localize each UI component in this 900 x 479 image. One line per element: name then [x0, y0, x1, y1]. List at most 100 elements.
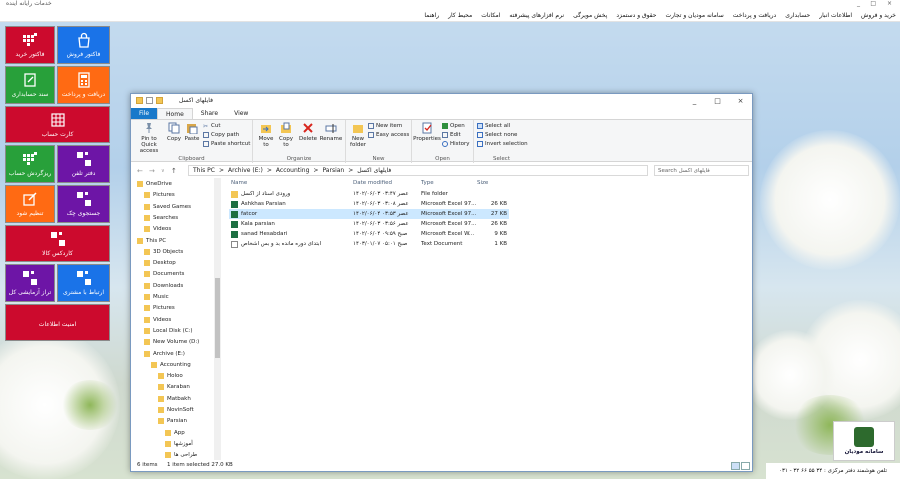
pin-button[interactable]: Pin to Quick access	[134, 122, 164, 154]
tile-account-card[interactable]: کارت حساب	[5, 106, 110, 143]
copy-button[interactable]: Copy	[167, 122, 181, 142]
maximize-button[interactable]: □	[706, 94, 729, 108]
nav-item[interactable]: 3D Objects	[144, 248, 183, 255]
menu-help[interactable]: راهنما	[424, 12, 439, 19]
tab-view[interactable]: View	[226, 108, 256, 119]
tab-file[interactable]: File	[131, 108, 158, 119]
nav-item[interactable]: Saved Games	[144, 203, 191, 210]
properties-button[interactable]: Properties	[413, 122, 441, 142]
back-arrow-icon[interactable]: ←	[137, 167, 143, 175]
new-folder-icon[interactable]	[156, 97, 163, 104]
menu-distribution[interactable]: پخش مویرگی	[573, 12, 607, 19]
delete-button[interactable]: Delete	[299, 122, 317, 142]
menu-accounting[interactable]: حسابداری	[785, 12, 810, 19]
column-size[interactable]: Size	[477, 180, 488, 186]
tile-receive-pay[interactable]: دریافت و پرداخت	[57, 66, 110, 104]
tile-invoice-sell[interactable]: فاکتور فروش	[57, 26, 110, 64]
new-item-button[interactable]: New item	[368, 123, 402, 129]
tile-kardex[interactable]: کاردکس کالا	[5, 225, 110, 262]
history-button[interactable]: History	[442, 141, 470, 147]
menu-inventory[interactable]: اطلاعات انبار	[819, 12, 852, 19]
nav-item[interactable]: Holoo	[158, 373, 183, 380]
tile-invoice-buy[interactable]: فاکتور خرید	[5, 26, 55, 64]
tile-check-search[interactable]: جستجوی چک	[57, 185, 110, 223]
maximize-button[interactable]: □	[870, 0, 876, 7]
open-button[interactable]: Open	[442, 123, 465, 129]
nav-item[interactable]: NovinSoft	[158, 407, 194, 413]
copy-to-button[interactable]: Copy to	[278, 122, 294, 148]
close-button[interactable]: ×	[729, 94, 752, 108]
nav-item[interactable]: Searches	[144, 214, 178, 221]
breadcrumb-accounting[interactable]: Accounting	[276, 166, 310, 175]
breadcrumb-parsian[interactable]: Parsian	[322, 166, 344, 175]
nav-item[interactable]: Pictures	[144, 305, 175, 312]
address-bar[interactable]: This PC > Archive (E:) > Accounting > Pa…	[188, 165, 648, 176]
select-none-button[interactable]: Select none	[477, 132, 517, 138]
nav-item[interactable]: Archive (E:)	[144, 350, 185, 357]
new-folder-button[interactable]: New folder	[349, 122, 367, 148]
cut-button[interactable]: ✂ Cut	[203, 123, 220, 130]
menu-workspace[interactable]: محیط کار	[448, 12, 472, 19]
nav-item[interactable]: آموزشها	[165, 440, 193, 447]
nav-item[interactable]: This PC	[137, 237, 166, 244]
menu-advanced[interactable]: نرم افزارهای پیشرفته	[509, 12, 564, 19]
paste-button[interactable]: Paste	[184, 122, 200, 142]
rename-button[interactable]: Rename	[320, 122, 342, 142]
minimize-button[interactable]: _	[683, 94, 706, 108]
easy-access-button[interactable]: Easy access	[368, 132, 409, 138]
up-arrow-icon[interactable]: ↑	[171, 167, 177, 175]
tab-home[interactable]: Home	[157, 108, 193, 119]
nav-item[interactable]: Videos	[144, 316, 171, 323]
column-date[interactable]: Date modified	[353, 180, 392, 186]
column-name[interactable]: Name	[231, 180, 247, 186]
file-row[interactable]: sanad Hesabdari ۱۴۰۲/۰۶/۰۴ صبح ۰۹:۵۹ Micro…	[229, 229, 509, 239]
nav-item[interactable]: Pictures	[144, 192, 175, 199]
minimize-button[interactable]: _	[857, 0, 860, 7]
moadian-logo[interactable]: سامانه مودیان	[833, 421, 895, 461]
paste-shortcut-button[interactable]: Paste shortcut	[203, 141, 250, 147]
nav-item[interactable]: Matbakh	[158, 395, 191, 402]
menu-payroll[interactable]: حقوق و دستمزد	[616, 12, 656, 19]
close-button[interactable]: ×	[887, 0, 892, 7]
menu-features[interactable]: امکانات	[481, 12, 500, 19]
tab-share[interactable]: Share	[193, 108, 226, 119]
move-to-button[interactable]: Move to	[258, 122, 274, 148]
nav-item[interactable]: Accounting	[151, 361, 191, 368]
nav-item[interactable]: New Volume (D:)	[144, 339, 199, 346]
nav-item[interactable]: App	[165, 429, 185, 436]
breadcrumb-current[interactable]: فایلهای اکسل	[357, 166, 391, 175]
nav-item[interactable]: طراحی ها	[165, 452, 197, 459]
tile-trial-balance[interactable]: تراز آزمایشی کل	[5, 264, 55, 302]
nav-item[interactable]: Downloads	[144, 282, 183, 289]
nav-item[interactable]: Videos	[144, 226, 171, 233]
tile-data-security[interactable]: امنیت اطلاعات	[5, 304, 110, 341]
file-row[interactable]: ورودی اسناد از اکسل ۱۴۰۲/۰۶/۰۳ عصر ۰۳:۴۷ F…	[229, 189, 509, 199]
menu-sales[interactable]: خرید و فروش	[861, 12, 896, 19]
properties-icon[interactable]	[146, 97, 153, 104]
tile-customer-contact[interactable]: ارتباط با مشتری	[57, 264, 110, 302]
invert-selection-button[interactable]: Invert selection	[477, 141, 528, 147]
forward-arrow-icon[interactable]: →	[149, 167, 155, 175]
nav-item[interactable]: Desktop	[144, 260, 176, 267]
folder-icon[interactable]	[136, 97, 143, 104]
file-row[interactable]: fatcor ۱۴۰۲/۰۶/۰۴ عصر ۰۳:۵۳ Microsoft Exce…	[229, 209, 509, 219]
nav-item[interactable]: Karaban	[158, 384, 190, 391]
tile-ledger[interactable]: ریزگردش حساب	[5, 145, 55, 183]
file-row[interactable]: Kala parsian ۱۴۰۲/۰۶/۰۳ عصر ۰۳:۵۶ Microsof…	[229, 219, 509, 229]
nav-item[interactable]: Music	[144, 294, 169, 300]
nav-item[interactable]: Documents	[144, 271, 184, 278]
edit-button[interactable]: Edit	[442, 132, 461, 138]
file-row[interactable]: ابتدای دوره مانده بد و بس اشخاص ۱۴۰۳/۰۱/۰…	[229, 239, 509, 249]
tile-person-book[interactable]: دفتر تلفن	[57, 145, 110, 183]
nav-item[interactable]: Parsian	[158, 418, 187, 425]
menu-receive-pay[interactable]: دریافت و پرداخت	[733, 12, 776, 19]
tile-accounting-doc[interactable]: سند حسابداری	[5, 66, 55, 104]
column-type[interactable]: Type	[421, 180, 434, 186]
select-all-button[interactable]: Select all	[477, 123, 510, 129]
copy-path-button[interactable]: Copy path	[203, 132, 239, 138]
breadcrumb-archive[interactable]: Archive (E:)	[228, 166, 263, 175]
nav-scrollbar[interactable]	[214, 178, 221, 460]
details-view-icon[interactable]	[731, 462, 740, 470]
chevron-down-icon[interactable]: ∨	[161, 168, 165, 174]
tile-settings[interactable]: تنظیم شود	[5, 185, 55, 223]
